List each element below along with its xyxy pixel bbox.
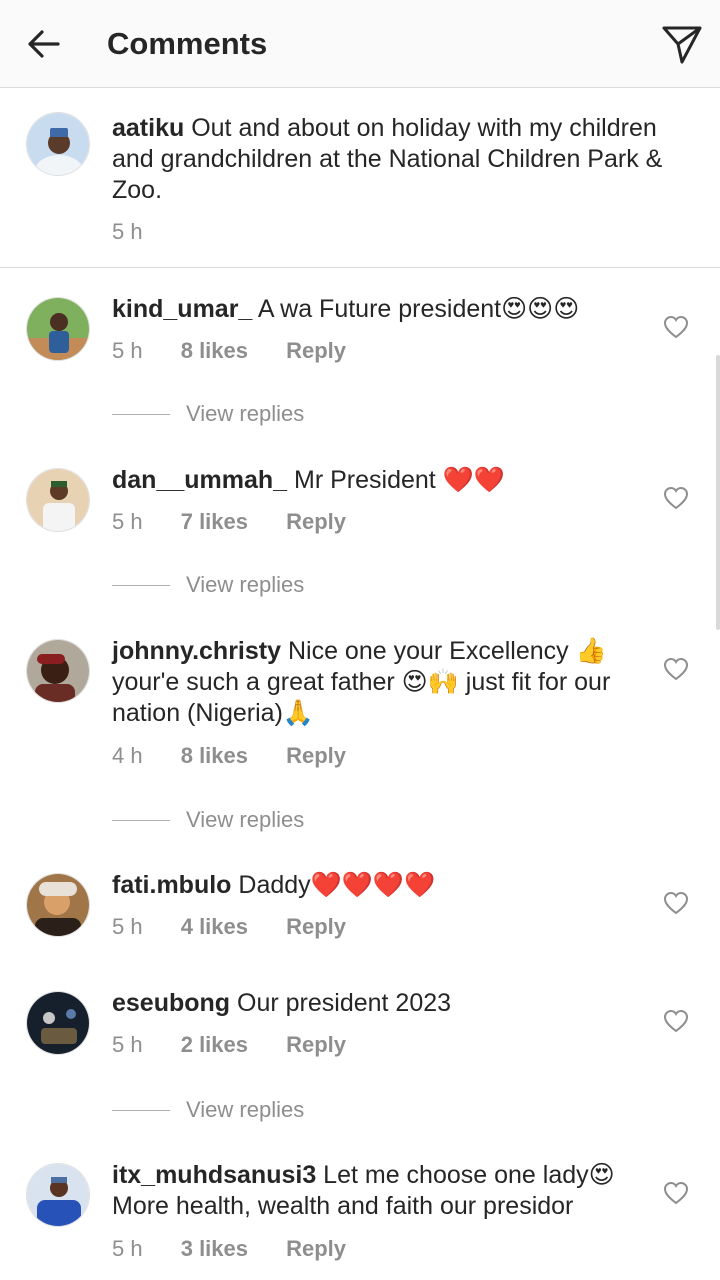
reply-button[interactable]: Reply xyxy=(286,913,346,941)
like-count[interactable]: 4 likes xyxy=(181,913,248,941)
timestamp: 5 h xyxy=(112,914,143,939)
comment-text: eseubong Our president 2023 xyxy=(112,988,632,1019)
paper-plane-icon xyxy=(662,26,702,64)
timestamp: 5 h xyxy=(112,338,143,363)
comment-body: A wa Future president😍😍😍 xyxy=(252,295,580,323)
comment-meta: 4 h 8 likes Reply xyxy=(112,742,346,770)
heart-outline-icon[interactable] xyxy=(662,484,690,512)
reply-button[interactable]: Reply xyxy=(286,1031,346,1059)
avatar[interactable] xyxy=(26,1163,90,1227)
timestamp: 5 h xyxy=(112,219,143,244)
view-replies-label: View replies xyxy=(186,572,305,597)
heart-outline-icon[interactable] xyxy=(662,1179,690,1207)
view-replies-button[interactable]: View replies xyxy=(112,399,332,429)
heart-outline-icon[interactable] xyxy=(662,313,690,341)
scrollbar[interactable] xyxy=(716,355,720,630)
view-replies-label: View replies xyxy=(186,401,305,426)
timestamp: 4 h xyxy=(112,743,143,768)
timestamp: 5 h xyxy=(112,1032,143,1057)
comment-username[interactable]: fati.mbulo xyxy=(112,871,231,899)
divider xyxy=(112,820,170,821)
comment-username[interactable]: dan__ummah_ xyxy=(112,466,287,494)
arrow-left-icon xyxy=(28,30,60,58)
avatar-image xyxy=(27,298,89,360)
comment-username[interactable]: itx_muhdsanusi3 xyxy=(112,1161,316,1189)
comment-text: itx_muhdsanusi3 Let me choose one lady😍 … xyxy=(112,1160,632,1222)
comment-text: dan__ummah_ Mr President ❤️❤️ xyxy=(112,465,632,496)
page-title: Comments xyxy=(107,26,268,61)
comment-username[interactable]: kind_umar_ xyxy=(112,295,252,323)
comment-username[interactable]: eseubong xyxy=(112,989,230,1017)
avatar[interactable] xyxy=(26,991,90,1055)
avatar-image xyxy=(27,992,89,1054)
view-replies-button[interactable]: View replies xyxy=(112,570,332,600)
heart-outline-icon[interactable] xyxy=(662,655,690,683)
avatar-image xyxy=(27,640,89,702)
avatar-image xyxy=(27,874,89,936)
reply-button[interactable]: Reply xyxy=(286,1235,346,1263)
post-caption: aatiku Out and about on holiday with my … xyxy=(0,88,720,268)
like-count[interactable]: 8 likes xyxy=(181,742,248,770)
view-replies-button[interactable]: View replies xyxy=(112,805,332,835)
comment-meta: 5 h 3 likes Reply xyxy=(112,1235,346,1263)
heart-outline-icon[interactable] xyxy=(662,1007,690,1035)
view-replies-label: View replies xyxy=(186,1097,305,1122)
like-count[interactable]: 7 likes xyxy=(181,508,248,536)
timestamp: 5 h xyxy=(112,509,143,534)
avatar[interactable] xyxy=(26,639,90,703)
reply-button[interactable]: Reply xyxy=(286,337,346,365)
like-count[interactable]: 2 likes xyxy=(181,1031,248,1059)
divider xyxy=(112,414,170,415)
like-count[interactable]: 8 likes xyxy=(181,337,248,365)
comment-meta: 5 h 2 likes Reply xyxy=(112,1031,346,1059)
avatar[interactable] xyxy=(26,297,90,361)
avatar-image xyxy=(27,469,89,531)
timestamp: 5 h xyxy=(112,1236,143,1261)
reply-button[interactable]: Reply xyxy=(286,742,346,770)
caption-meta: 5 h xyxy=(112,218,143,246)
avatar[interactable] xyxy=(26,468,90,532)
top-app-bar: Comments xyxy=(0,0,720,88)
view-replies-label: View replies xyxy=(186,807,305,832)
back-button[interactable] xyxy=(22,22,66,66)
comment-meta: 5 h 4 likes Reply xyxy=(112,913,346,941)
caption-body: Out and about on holiday with my childre… xyxy=(112,114,663,204)
heart-outline-icon[interactable] xyxy=(662,889,690,917)
avatar[interactable] xyxy=(26,112,90,176)
comment-username[interactable]: johnny.christy xyxy=(112,637,281,665)
comment-meta: 5 h 7 likes Reply xyxy=(112,508,346,536)
reply-button[interactable]: Reply xyxy=(286,508,346,536)
share-button[interactable] xyxy=(658,20,706,68)
avatar-image xyxy=(27,113,89,175)
avatar-image xyxy=(27,1164,89,1226)
comment-text: johnny.christy Nice one your Excellency … xyxy=(112,636,632,729)
comment-text: fati.mbulo Daddy❤️❤️❤️❤️ xyxy=(112,870,632,901)
comment-body: Mr President ❤️❤️ xyxy=(287,466,505,494)
comment-text: kind_umar_ A wa Future president😍😍😍 xyxy=(112,294,632,325)
avatar[interactable] xyxy=(26,873,90,937)
caption-text: aatiku Out and about on holiday with my … xyxy=(112,113,672,206)
caption-username[interactable]: aatiku xyxy=(112,114,184,142)
divider xyxy=(112,585,170,586)
like-count[interactable]: 3 likes xyxy=(181,1235,248,1263)
divider xyxy=(112,1110,170,1111)
view-replies-button[interactable]: View replies xyxy=(112,1095,332,1125)
comment-body: Daddy❤️❤️❤️❤️ xyxy=(231,871,436,899)
comment-meta: 5 h 8 likes Reply xyxy=(112,337,346,365)
comment-body: Our president 2023 xyxy=(230,989,452,1017)
